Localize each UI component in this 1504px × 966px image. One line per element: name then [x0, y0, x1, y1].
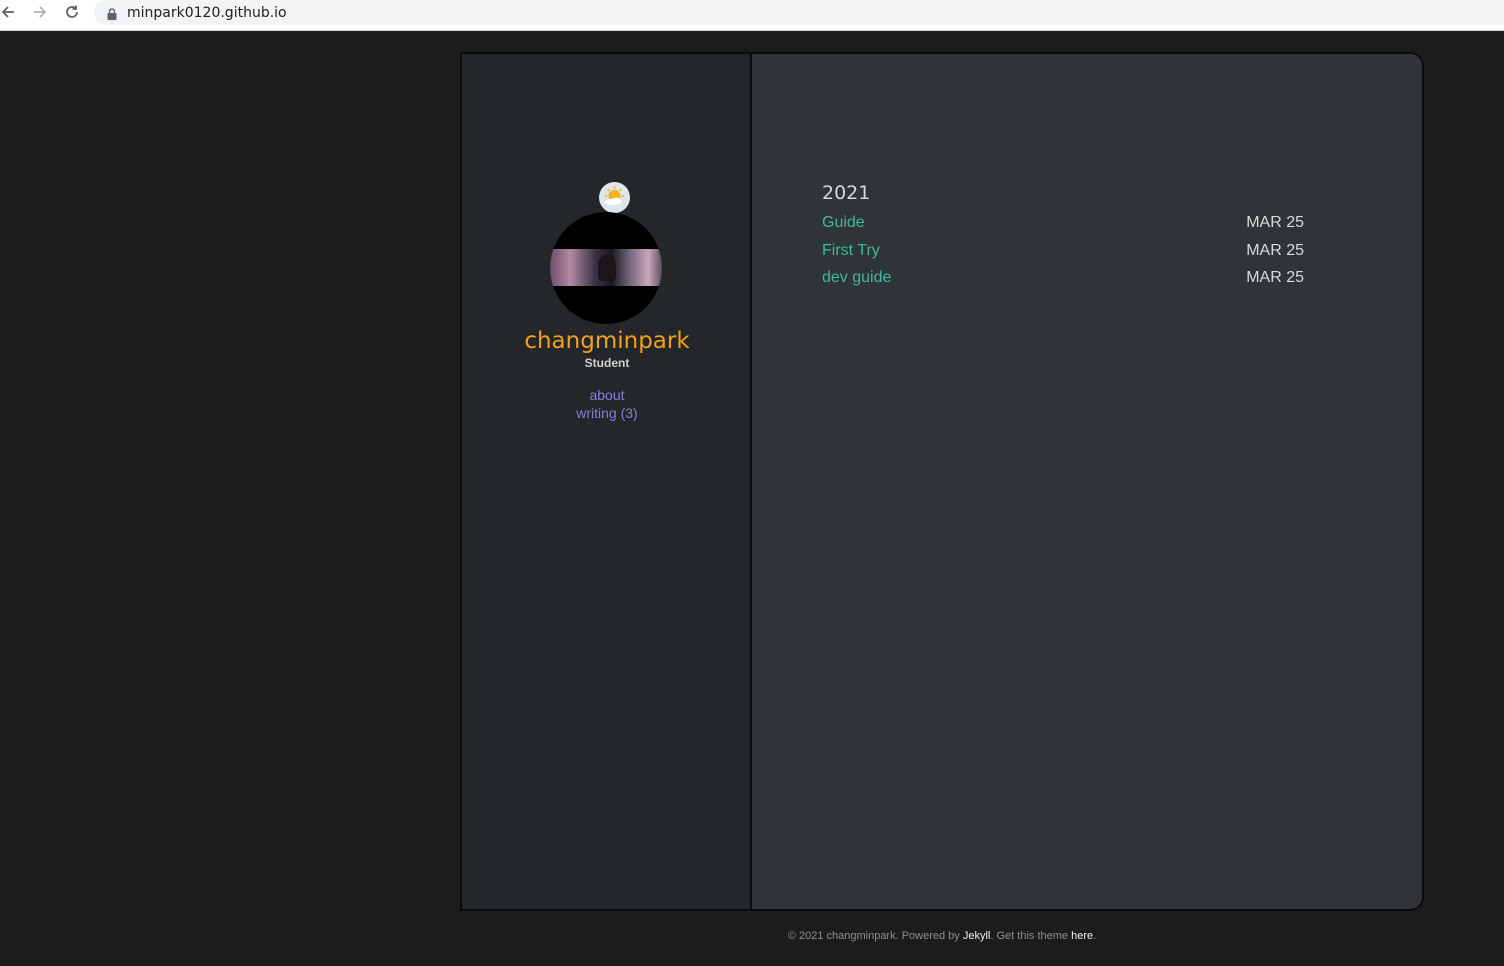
- post-link-first-try[interactable]: First Try: [822, 242, 880, 260]
- footer-link-theme[interactable]: here: [1071, 930, 1093, 942]
- author-role: Student: [584, 356, 630, 370]
- footer-copyright: © 2021 changminpark. Powered by: [787, 930, 963, 942]
- reload-icon[interactable]: [62, 2, 82, 22]
- post-date: MAR 25: [1246, 269, 1304, 286]
- url-text[interactable]: minpark0120.github.io: [127, 5, 287, 21]
- nav-link-about[interactable]: about: [462, 387, 752, 403]
- forward-arrow-icon[interactable]: [30, 2, 50, 22]
- post-link-dev-guide[interactable]: dev guide: [822, 269, 891, 287]
- main-card: changminpark Student about writing (3) 2…: [460, 52, 1424, 911]
- post-date: MAR 25: [1246, 214, 1304, 231]
- footer-period: .: [1093, 930, 1097, 942]
- nav-link-writing[interactable]: writing (3): [462, 405, 752, 421]
- back-arrow-icon[interactable]: [0, 2, 18, 22]
- list-item: dev guide MAR 25: [822, 269, 1304, 291]
- list-item: Guide MAR 25: [822, 214, 1304, 236]
- footer: © 2021 changminpark. Powered by Jekyll. …: [460, 930, 1424, 942]
- post-date: MAR 25: [1246, 242, 1304, 259]
- author-name[interactable]: changminpark: [462, 328, 752, 354]
- sidebar: changminpark Student about writing (3): [462, 54, 752, 909]
- address-bar[interactable]: minpark0120.github.io: [94, 0, 1504, 25]
- footer-link-jekyll[interactable]: Jekyll: [963, 930, 991, 942]
- list-item: First Try MAR 25: [822, 242, 1304, 264]
- avatar-photo: [550, 249, 662, 286]
- avatar[interactable]: [550, 212, 662, 324]
- year-heading: 2021: [822, 182, 871, 204]
- browser-toolbar: minpark0120.github.io: [0, 0, 1504, 31]
- post-link-guide[interactable]: Guide: [822, 214, 865, 232]
- footer-text: . Get this theme: [990, 930, 1072, 942]
- sun-cloud-icon[interactable]: [599, 182, 630, 213]
- post-archive: 2021 Guide MAR 25 First Try MAR 25 dev g…: [754, 54, 1422, 909]
- lock-icon: [107, 7, 117, 20]
